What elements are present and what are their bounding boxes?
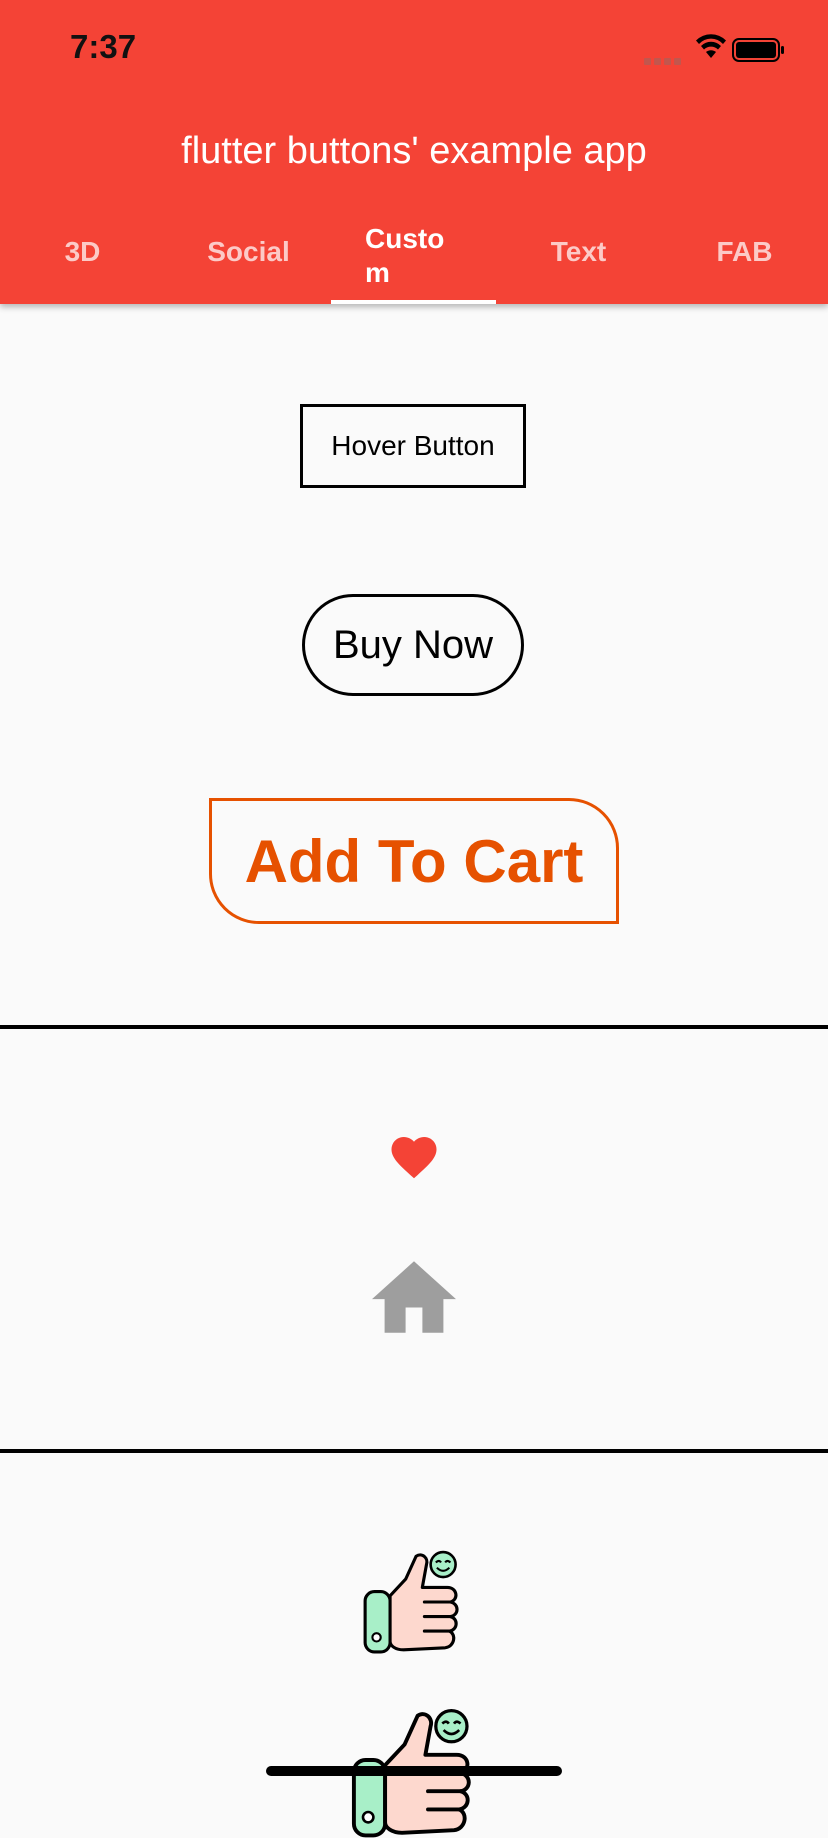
heart-icon[interactable] xyxy=(387,1130,441,1180)
status-time: 7:37 xyxy=(70,28,137,65)
tab-fab[interactable]: FAB xyxy=(662,210,827,304)
signal-icon xyxy=(644,52,684,70)
tab-custom[interactable]: Custom xyxy=(331,210,496,304)
tab-3d[interactable]: 3D xyxy=(0,210,165,304)
home-indicator[interactable] xyxy=(266,1766,562,1776)
wifi-icon xyxy=(696,34,726,58)
page-title: flutter buttons' example app xyxy=(181,130,647,172)
divider xyxy=(0,1025,828,1029)
add-to-cart-button[interactable]: Add To Cart xyxy=(209,798,619,924)
tab-indicator xyxy=(331,300,496,304)
tab-label: FAB xyxy=(716,236,773,267)
tab-text[interactable]: Text xyxy=(496,210,661,304)
home-icon[interactable] xyxy=(372,1260,456,1334)
tab-bar: 3D Social Custom Text FAB xyxy=(0,210,828,304)
thumbs-up-icon[interactable] xyxy=(362,1550,466,1654)
tab-label: Custom xyxy=(365,223,445,288)
battery-icon xyxy=(732,38,784,62)
tab-social[interactable]: Social xyxy=(166,210,331,304)
tab-label: Text xyxy=(550,236,607,267)
tab-label: Social xyxy=(207,236,290,267)
status-icons xyxy=(644,34,794,65)
divider xyxy=(0,1449,828,1453)
tab-label: 3D xyxy=(64,236,101,267)
app-bar: 7:37 flutter buttons' example app 3D Soc… xyxy=(0,0,828,304)
hover-button[interactable]: Hover Button xyxy=(300,404,526,488)
buy-now-button[interactable]: Buy Now xyxy=(302,594,524,696)
